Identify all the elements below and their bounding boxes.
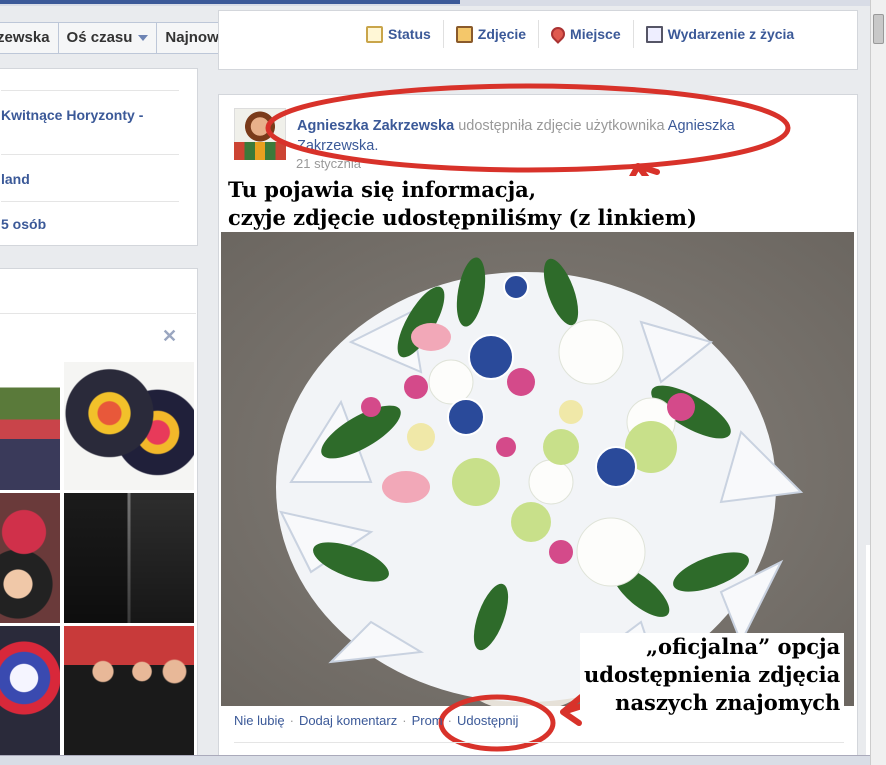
promote-link[interactable]: Prom bbox=[412, 713, 443, 728]
separator: · bbox=[289, 713, 294, 728]
annotation-bottom-line-2: udostępnienia zdjęcia bbox=[584, 662, 841, 687]
comment-link[interactable]: Dodaj komentarz bbox=[299, 713, 397, 728]
annotation-bottom: „oficjalna” opcja udostępnienia zdjęcia … bbox=[580, 633, 845, 719]
separator: · bbox=[447, 713, 452, 728]
annotation-oval-headline bbox=[265, 83, 791, 173]
annotation-bottom-line-3: naszych znajomych bbox=[615, 690, 841, 715]
separator: · bbox=[402, 713, 407, 728]
post-actions: Nie lubię · Dodaj komentarz · Prom · Udostę… bbox=[234, 713, 518, 728]
unlike-link[interactable]: Nie lubię bbox=[234, 713, 285, 728]
annotation-top-line-1: Tu pojawia się informacja, bbox=[228, 177, 537, 202]
divider bbox=[234, 742, 844, 743]
taskbar bbox=[0, 755, 870, 765]
share-link[interactable]: Udostępnij bbox=[457, 713, 518, 728]
annotation-bottom-line-1: „oficjalna” opcja bbox=[645, 634, 841, 659]
annotation-top: Tu pojawia się informacja, czyje zdjęcie… bbox=[224, 176, 701, 232]
annotation-top-line-2: czyje zdjęcie udostępniliśmy (z linkiem) bbox=[228, 205, 697, 230]
scrollbar[interactable] bbox=[870, 0, 886, 765]
scrollbar-thumb[interactable] bbox=[873, 14, 884, 44]
